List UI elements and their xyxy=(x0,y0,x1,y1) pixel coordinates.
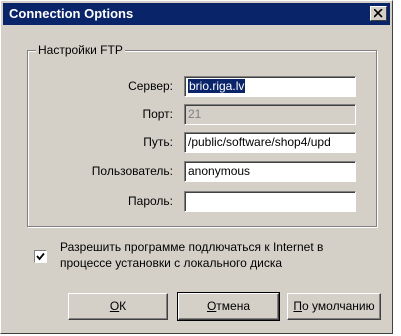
default-accel: П xyxy=(293,299,303,313)
user-input[interactable]: anonymous xyxy=(184,161,356,182)
group-legend: Настройки FTP xyxy=(36,43,125,57)
port-label: Порт: xyxy=(142,107,173,121)
path-label: Путь: xyxy=(143,135,173,149)
allow-internet-label-line2: процессе установки с локального диска xyxy=(60,256,283,270)
ok-button[interactable]: ОК xyxy=(68,293,168,320)
server-value: brio.riga.lv xyxy=(188,79,246,93)
checkmark-icon xyxy=(36,252,45,261)
user-value: anonymous xyxy=(188,164,251,178)
server-input[interactable]: brio.riga.lv xyxy=(184,76,356,97)
close-icon xyxy=(374,9,383,18)
allow-internet-label-line1: Разрешить программе подлючаться к Intern… xyxy=(60,240,324,254)
path-input[interactable]: /public/software/shop4/upd xyxy=(184,132,356,153)
cancel-accel: О xyxy=(206,299,217,313)
window-title: Connection Options xyxy=(9,6,134,21)
connection-options-dialog: Connection Options Настройки FTP Сервер:… xyxy=(0,0,393,334)
password-input[interactable] xyxy=(184,191,356,212)
ok-label-rest: К xyxy=(119,299,127,313)
cancel-button[interactable]: Отмена xyxy=(177,292,280,321)
port-value: 21 xyxy=(188,107,202,121)
default-button[interactable]: По умолчанию xyxy=(287,293,381,320)
allow-internet-checkbox[interactable] xyxy=(34,250,47,263)
allow-internet-label[interactable]: Разрешить программе подлючаться к Intern… xyxy=(60,239,370,271)
close-button[interactable] xyxy=(370,6,387,21)
password-label: Пароль: xyxy=(128,194,173,208)
port-input: 21 xyxy=(184,104,356,125)
default-label-rest: о умолчанию xyxy=(302,299,375,313)
user-label: Пользователь: xyxy=(91,164,173,178)
ok-accel: О xyxy=(109,299,120,313)
cancel-label-rest: тмена xyxy=(216,299,251,313)
title-bar[interactable]: Connection Options xyxy=(3,3,390,25)
path-value: /public/software/shop4/upd xyxy=(188,135,331,149)
server-label: Сервер: xyxy=(128,79,173,93)
